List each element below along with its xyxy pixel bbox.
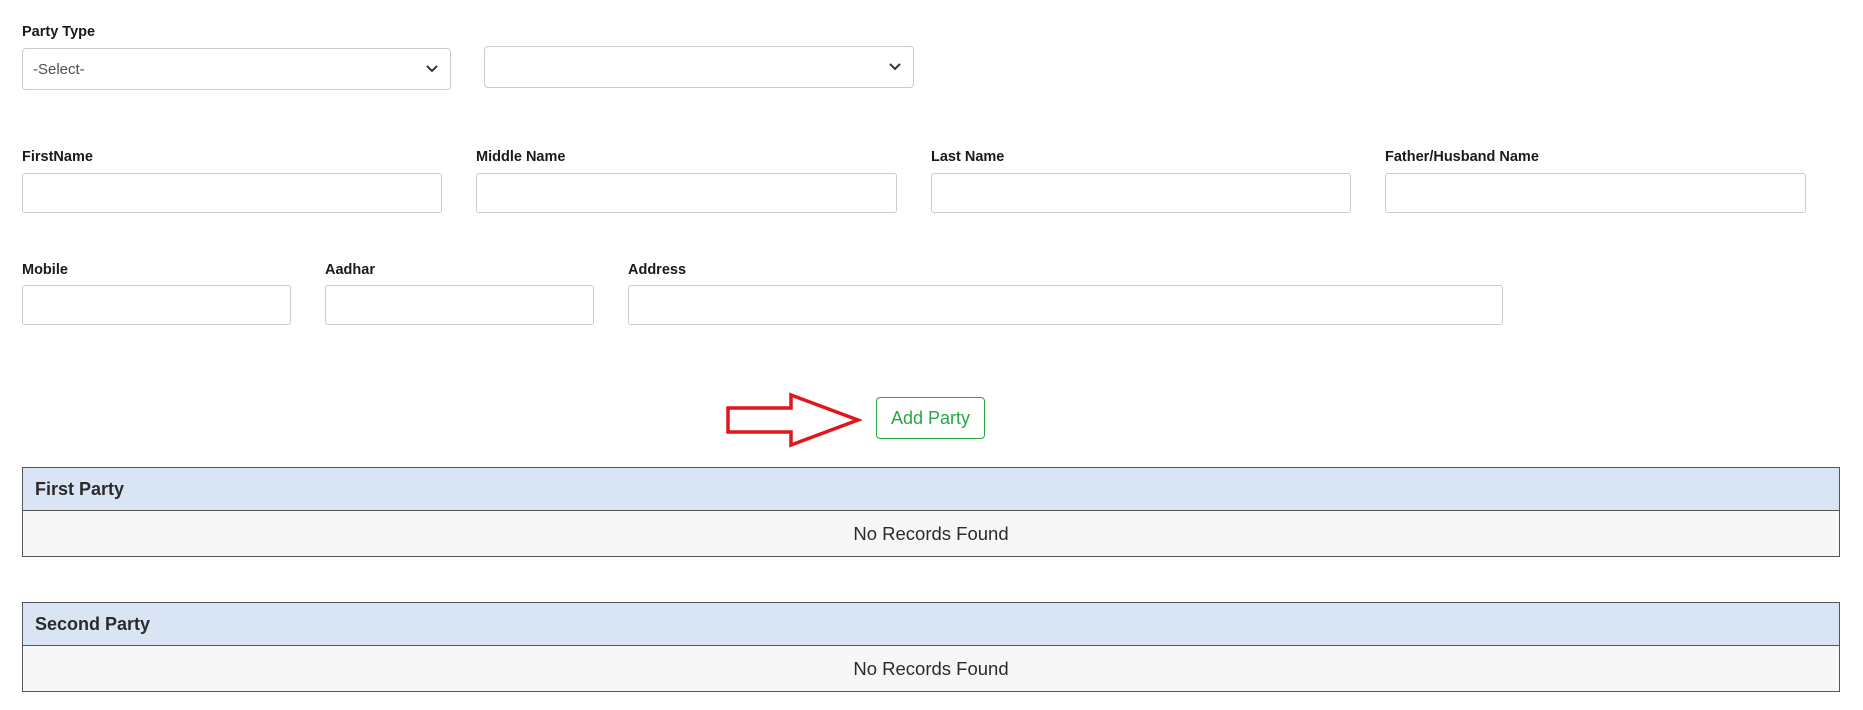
first-party-panel: First Party No Records Found [22, 467, 1840, 557]
address-input[interactable] [628, 285, 1503, 325]
father-husband-name-label: Father/Husband Name [1385, 149, 1539, 165]
middle-name-input[interactable] [476, 173, 897, 213]
address-label: Address [628, 262, 687, 278]
add-party-button[interactable]: Add Party [876, 397, 985, 439]
second-party-empty-message: No Records Found [853, 657, 1009, 679]
last-name-input[interactable] [931, 173, 1351, 213]
arrow-right-icon [726, 392, 862, 448]
first-party-empty-message: No Records Found [853, 522, 1009, 544]
first-name-input[interactable] [22, 173, 442, 213]
aadhar-label: Aadhar [325, 262, 375, 278]
party-type-select[interactable]: -Select- [22, 48, 451, 90]
chevron-down-icon [426, 62, 438, 74]
party-type-label: Party Type [22, 24, 96, 40]
last-name-label: Last Name [931, 149, 1005, 165]
party-type-selected-value: -Select- [33, 60, 85, 78]
chevron-down-icon [889, 60, 901, 72]
mobile-input[interactable] [22, 285, 291, 325]
first-name-label: FirstName [22, 149, 93, 165]
father-husband-name-input[interactable] [1385, 173, 1806, 213]
aadhar-input[interactable] [325, 285, 594, 325]
first-party-title: First Party [23, 468, 1839, 511]
second-party-panel: Second Party No Records Found [22, 602, 1840, 692]
mobile-label: Mobile [22, 262, 68, 278]
party-subtype-select[interactable] [484, 46, 914, 88]
middle-name-label: Middle Name [476, 149, 566, 165]
second-party-title: Second Party [23, 603, 1839, 646]
